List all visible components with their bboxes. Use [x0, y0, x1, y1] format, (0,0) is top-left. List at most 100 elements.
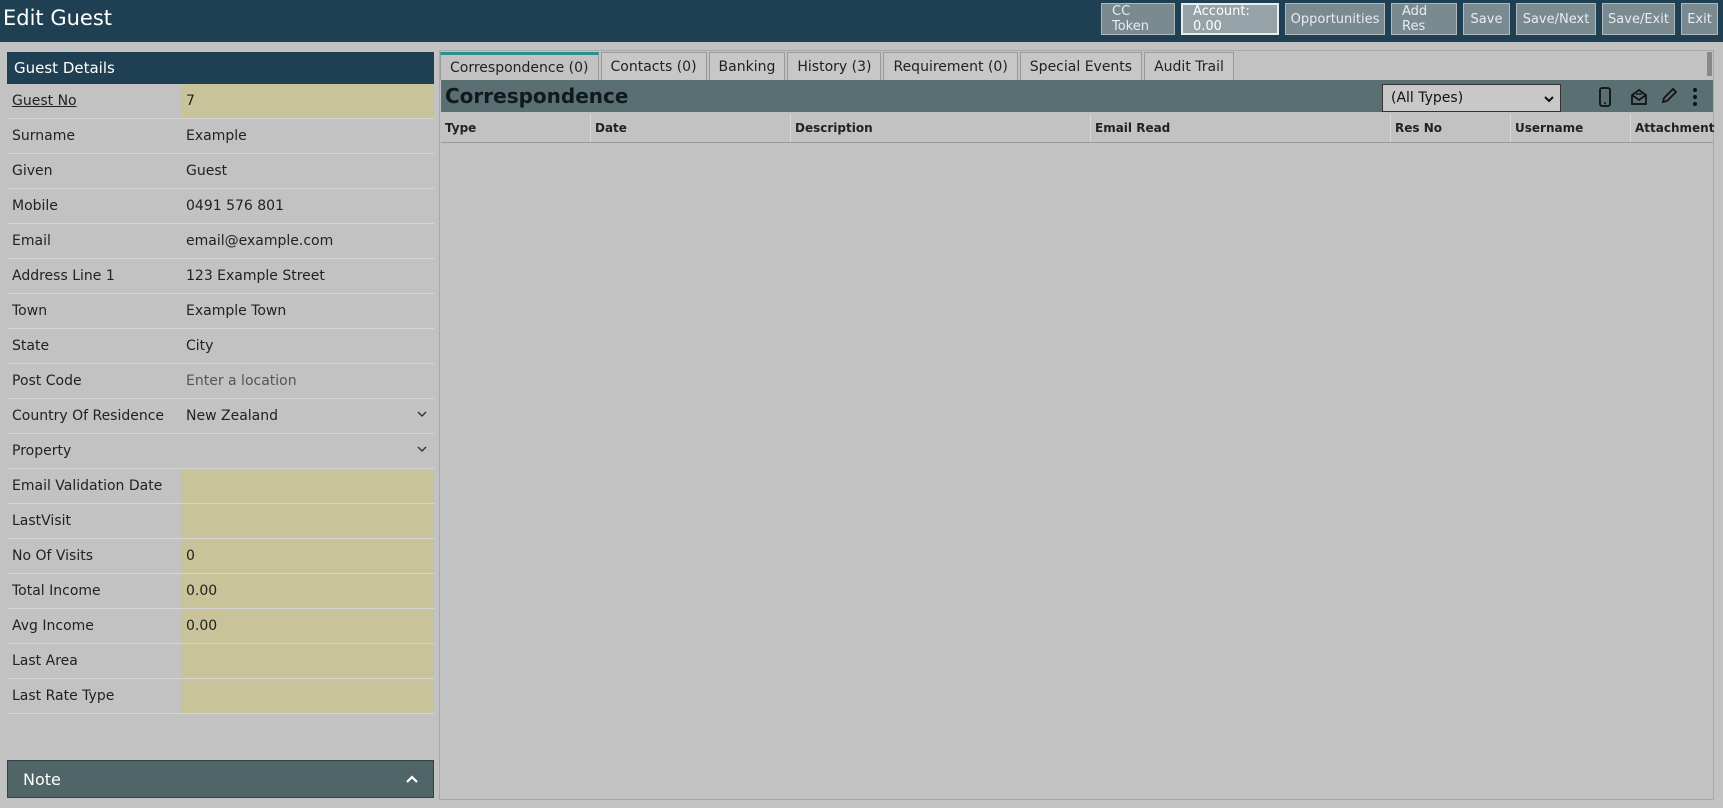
note-panel-toggle[interactable]: Note [7, 760, 434, 798]
given-input[interactable]: Guest [182, 154, 434, 188]
save-button[interactable]: Save [1463, 3, 1510, 35]
save-exit-button[interactable]: Save/Exit [1602, 3, 1675, 35]
field-surname: Surname Example [7, 119, 434, 154]
field-no-of-visits: No Of Visits 0 [7, 539, 434, 574]
field-mobile: Mobile 0491 576 801 [7, 189, 434, 224]
column-date[interactable]: Date [591, 114, 791, 142]
field-total-income: Total Income 0.00 [7, 574, 434, 609]
correspondence-table-header: Type Date Description Email Read Res No … [441, 114, 1714, 143]
country-of-residence-select[interactable]: New Zealand [182, 399, 434, 433]
state-label: State [12, 338, 50, 354]
last-area-value [182, 644, 434, 678]
note-label: Note [23, 769, 61, 789]
field-country-of-residence: Country Of Residence New Zealand [7, 399, 434, 434]
surname-input[interactable]: Example [182, 119, 434, 153]
correspondence-title: Correspondence [445, 84, 629, 108]
chevron-down-icon [417, 411, 427, 417]
field-last-area: Last Area [7, 644, 434, 679]
mobile-input[interactable]: 0491 576 801 [182, 189, 434, 223]
total-income-label: Total Income [12, 583, 101, 599]
exit-button[interactable]: Exit [1681, 3, 1718, 35]
given-label: Given [12, 163, 53, 179]
field-avg-income: Avg Income 0.00 [7, 609, 434, 644]
field-post-code: Post Code Enter a location [7, 364, 434, 399]
cc-token-button[interactable]: CC Token [1101, 3, 1175, 35]
tab-special-events[interactable]: Special Events [1019, 52, 1143, 80]
total-income-value: 0.00 [182, 574, 434, 608]
field-email: Email email@example.com [7, 224, 434, 259]
post-code-label: Post Code [12, 373, 82, 389]
field-last-rate-type: Last Rate Type [7, 679, 434, 714]
tab-audit-trail[interactable]: Audit Trail [1144, 52, 1234, 80]
tab-correspondence[interactable]: Correspondence (0) [440, 52, 599, 80]
column-email-read[interactable]: Email Read [1091, 114, 1391, 142]
more-icon[interactable] [1692, 87, 1698, 107]
tab-requirement[interactable]: Requirement (0) [883, 52, 1018, 80]
state-input[interactable]: City [182, 329, 434, 363]
last-area-label: Last Area [12, 653, 78, 669]
tab-history[interactable]: History (3) [787, 52, 882, 80]
property-select[interactable] [182, 434, 434, 468]
field-town: Town Example Town [7, 294, 434, 329]
mail-icon[interactable] [1629, 87, 1649, 107]
surname-label: Surname [12, 128, 75, 144]
property-label: Property [12, 443, 72, 459]
tab-banking[interactable]: Banking [708, 52, 786, 80]
correspondence-header: Correspondence (All Types) [441, 80, 1713, 112]
last-rate-type-value [182, 679, 434, 713]
field-guest-no: Guest No 7 [7, 84, 434, 119]
save-next-button[interactable]: Save/Next [1516, 3, 1596, 35]
field-state: State City [7, 329, 434, 364]
correspondence-container [439, 50, 1714, 800]
avg-income-label: Avg Income [12, 618, 94, 634]
last-rate-type-label: Last Rate Type [12, 688, 115, 704]
post-code-input[interactable]: Enter a location [182, 364, 434, 398]
field-last-visit: LastVisit [7, 504, 434, 539]
country-of-residence-label: Country Of Residence [12, 408, 165, 424]
field-given: Given Guest [7, 154, 434, 189]
field-address-line-1: Address Line 1 123 Example Street [7, 259, 434, 294]
mobile-label: Mobile [12, 198, 58, 214]
email-validation-date-label: Email Validation Date [12, 478, 163, 494]
mobile-icon[interactable] [1598, 87, 1612, 107]
guest-details-panel: Guest Details Guest No 7 Surname Example… [7, 52, 434, 714]
column-attachment[interactable]: Attachment [1631, 114, 1714, 142]
guest-no-value: 7 [182, 84, 434, 118]
guest-no-label[interactable]: Guest No [7, 84, 182, 118]
tab-contacts[interactable]: Contacts (0) [600, 52, 707, 80]
chevron-down-icon [417, 446, 427, 452]
email-validation-date-value [182, 469, 434, 503]
edit-icon[interactable] [1660, 87, 1678, 105]
last-visit-value [182, 504, 434, 538]
no-of-visits-label: No Of Visits [12, 548, 94, 564]
column-description[interactable]: Description [791, 114, 1091, 142]
town-label: Town [12, 303, 48, 319]
guest-details-heading: Guest Details [7, 52, 434, 84]
type-filter-select[interactable]: (All Types) [1382, 84, 1561, 112]
address-line-1-label: Address Line 1 [12, 268, 115, 284]
add-res-button[interactable]: Add Res [1391, 3, 1457, 35]
avg-income-value: 0.00 [182, 609, 434, 643]
address-line-1-input[interactable]: 123 Example Street [182, 259, 434, 293]
email-label: Email [12, 233, 51, 249]
tab-bar: Correspondence (0) Contacts (0) Banking … [440, 52, 1236, 80]
field-property: Property [7, 434, 434, 469]
scrollbar-thumb[interactable] [1707, 52, 1712, 76]
chevron-down-icon [1544, 96, 1554, 103]
type-filter-value: (All Types) [1391, 90, 1464, 106]
chevron-up-icon [406, 775, 418, 783]
account-button[interactable]: Account: 0.00 [1181, 3, 1279, 35]
top-bar: Edit Guest CC Token Account: 0.00 Opport… [0, 0, 1723, 42]
page-title: Edit Guest [3, 6, 113, 30]
column-type[interactable]: Type [441, 114, 591, 142]
email-input[interactable]: email@example.com [182, 224, 434, 258]
column-res-no[interactable]: Res No [1391, 114, 1511, 142]
country-of-residence-value: New Zealand [186, 408, 278, 424]
opportunities-button[interactable]: Opportunities [1285, 3, 1385, 35]
field-email-validation-date: Email Validation Date [7, 469, 434, 504]
no-of-visits-value: 0 [182, 539, 434, 573]
column-username[interactable]: Username [1511, 114, 1631, 142]
town-input[interactable]: Example Town [182, 294, 434, 328]
last-visit-label: LastVisit [12, 513, 71, 529]
toolbar: CC Token Account: 0.00 Opportunities Add… [1101, 3, 1723, 37]
